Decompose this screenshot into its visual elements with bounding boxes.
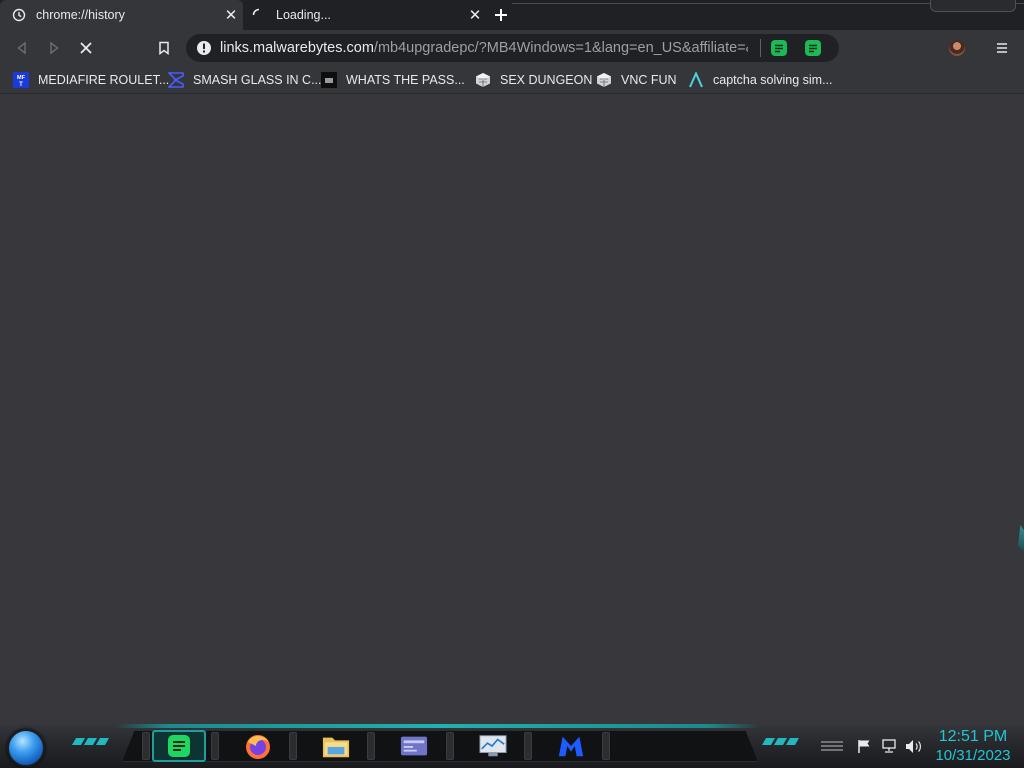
windows-taskbar: 12:51 PM 10/31/2023 xyxy=(0,724,1024,768)
taskbar-separator xyxy=(211,732,219,760)
tab-history[interactable]: chrome://history ✕ xyxy=(0,0,243,30)
clock-time: 12:51 PM xyxy=(938,728,1008,745)
dark-square-icon xyxy=(321,72,337,88)
omnibox-divider xyxy=(760,39,762,57)
plus-icon xyxy=(495,9,507,21)
sigma-icon xyxy=(168,72,184,88)
chevron-decoration-icon xyxy=(761,738,800,748)
bookmark-smash-glass[interactable]: SMASH GLASS IN C... xyxy=(168,71,322,89)
tab-strip: chrome://history ✕ Loading... ✕ xyxy=(0,0,1024,30)
forward-button[interactable] xyxy=(44,38,64,58)
bookmark-label: VNC FUN xyxy=(621,73,677,87)
action-center-flag-icon[interactable] xyxy=(855,738,873,754)
url-host: links.malwarebytes.com xyxy=(220,40,374,56)
bookmark-sex-dungeon[interactable]: SEX DUNGEON xyxy=(475,71,592,89)
bookmark-mediafire-roulette[interactable]: MF T MEDIAFIRE ROULET... xyxy=(13,71,169,89)
url-text[interactable]: links.malwarebytes.com/mb4upgradepc/?MB4… xyxy=(220,40,748,56)
browser-toolbar: links.malwarebytes.com/mb4upgradepc/?MB4… xyxy=(0,30,1024,66)
malwarebytes-icon xyxy=(557,732,585,760)
tab-loading[interactable]: Loading... ✕ xyxy=(243,0,487,30)
taskbar-app-file-explorer[interactable] xyxy=(309,730,363,762)
taskbar-app-resource-monitor[interactable] xyxy=(466,730,520,762)
notes-app-icon xyxy=(165,732,193,760)
notes-extension-icon-2[interactable] xyxy=(805,40,821,56)
taskbar-separator xyxy=(446,732,454,760)
back-button[interactable] xyxy=(12,38,32,58)
file-explorer-icon xyxy=(322,732,350,760)
address-bar[interactable]: links.malwarebytes.com/mb4upgradepc/?MB4… xyxy=(186,34,839,62)
taskbar-separator xyxy=(602,732,610,760)
tray-overflow-icon[interactable] xyxy=(821,741,843,753)
taskbar-separator xyxy=(142,732,150,760)
forward-arrow-icon xyxy=(50,41,59,55)
cube-icon xyxy=(475,72,491,88)
resource-monitor-icon xyxy=(479,732,507,760)
tab-title: Loading... xyxy=(276,8,331,22)
system-clock[interactable]: 12:51 PM 10/31/2023 xyxy=(930,727,1016,765)
back-arrow-icon xyxy=(17,41,26,55)
profile-avatar[interactable] xyxy=(949,40,965,56)
history-icon xyxy=(11,7,27,23)
clock-date: 10/31/2023 xyxy=(935,747,1011,764)
close-tab-icon[interactable]: ✕ xyxy=(467,7,483,24)
taskbar-app-control-panel[interactable] xyxy=(387,730,441,762)
chevron-decoration-icon xyxy=(71,738,110,748)
stop-loading-button[interactable] xyxy=(76,38,96,58)
taskbar-separator xyxy=(524,732,532,760)
bookmark-label: SEX DUNGEON xyxy=(500,73,593,87)
bookmark-page-button[interactable] xyxy=(154,38,174,58)
bookmark-label: MEDIAFIRE ROULET... xyxy=(38,73,170,87)
loading-spinner-icon xyxy=(251,7,267,23)
hamburger-menu-icon xyxy=(997,43,1007,53)
control-panel-icon xyxy=(400,732,428,760)
bookmark-vnc-fun[interactable]: VNC FUN xyxy=(596,71,677,89)
bookmark-label: WHATS THE PASS... xyxy=(346,73,465,87)
close-tab-icon[interactable]: ✕ xyxy=(223,7,239,24)
svg-text:T: T xyxy=(19,82,23,88)
network-icon[interactable] xyxy=(880,738,898,754)
bookmark-label: SMASH GLASS IN C... xyxy=(193,73,322,87)
tab-title: chrome://history xyxy=(36,8,125,22)
taskbar-app-malwarebytes[interactable] xyxy=(544,730,598,762)
bookmarks-bar: MF T MEDIAFIRE ROULET... SMASH GLASS IN C… xyxy=(0,66,1024,94)
browser-menu-button[interactable] xyxy=(993,39,1011,57)
volume-icon[interactable] xyxy=(904,738,922,754)
cube-icon xyxy=(596,72,612,88)
stop-x-icon xyxy=(80,42,92,54)
bookmark-label: captcha solving sim... xyxy=(713,73,833,87)
new-tab-button[interactable] xyxy=(491,5,511,25)
lambda-icon xyxy=(688,72,704,88)
taskbar-app-firefox[interactable] xyxy=(231,730,285,762)
bookmark-captcha-solving[interactable]: captcha solving sim... xyxy=(688,71,833,89)
url-path: /mb4upgradepc/?MB4Windows=1&lang=en_US&a… xyxy=(373,40,749,56)
notes-extension-icon[interactable] xyxy=(771,40,788,56)
taskbar-separator xyxy=(367,732,375,760)
taskbar-separator xyxy=(289,732,297,760)
svg-text:MF: MF xyxy=(17,75,26,81)
desktop-edge-widget[interactable] xyxy=(1018,525,1024,551)
bookmark-whats-the-pass[interactable]: WHATS THE PASS... xyxy=(321,71,465,89)
mediafire-icon: MF T xyxy=(13,72,29,88)
start-button[interactable] xyxy=(7,729,45,767)
taskbar-glow xyxy=(115,724,760,728)
firefox-icon xyxy=(244,732,272,760)
bookmark-icon xyxy=(159,41,169,55)
taskbar-app-notes[interactable] xyxy=(152,730,206,762)
page-content xyxy=(0,95,1024,724)
site-info-icon[interactable] xyxy=(196,40,212,56)
window-corner-decoration xyxy=(930,0,1016,12)
